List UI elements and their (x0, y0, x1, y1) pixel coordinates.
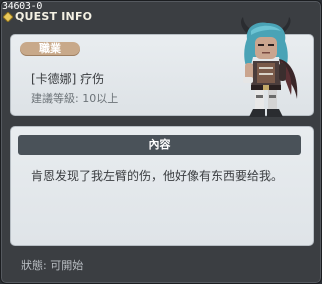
quest-info-icon (3, 12, 13, 22)
quest-status: 狀態: 可開始 (21, 259, 84, 272)
quest-name: [卡德娜] 疗伤 (31, 72, 105, 86)
recommended-level: 建議等級: 10以上 (31, 92, 119, 105)
quest-content-panel: 內容 肯恩发现了我左臂的伤，他好像有东西要给我。 (10, 126, 314, 246)
character-portrait (241, 17, 298, 117)
job-badge: 職業 (20, 42, 80, 56)
content-text: 肯恩发现了我左臂的伤，他好像有东西要给我。 (31, 169, 284, 183)
window-title: QUEST INFO (15, 10, 93, 23)
quest-info-window: 34603-0 QUEST INFO 職業 [卡德娜] 疗伤 建議等級: 10以… (0, 0, 322, 284)
content-header: 內容 (18, 135, 301, 155)
